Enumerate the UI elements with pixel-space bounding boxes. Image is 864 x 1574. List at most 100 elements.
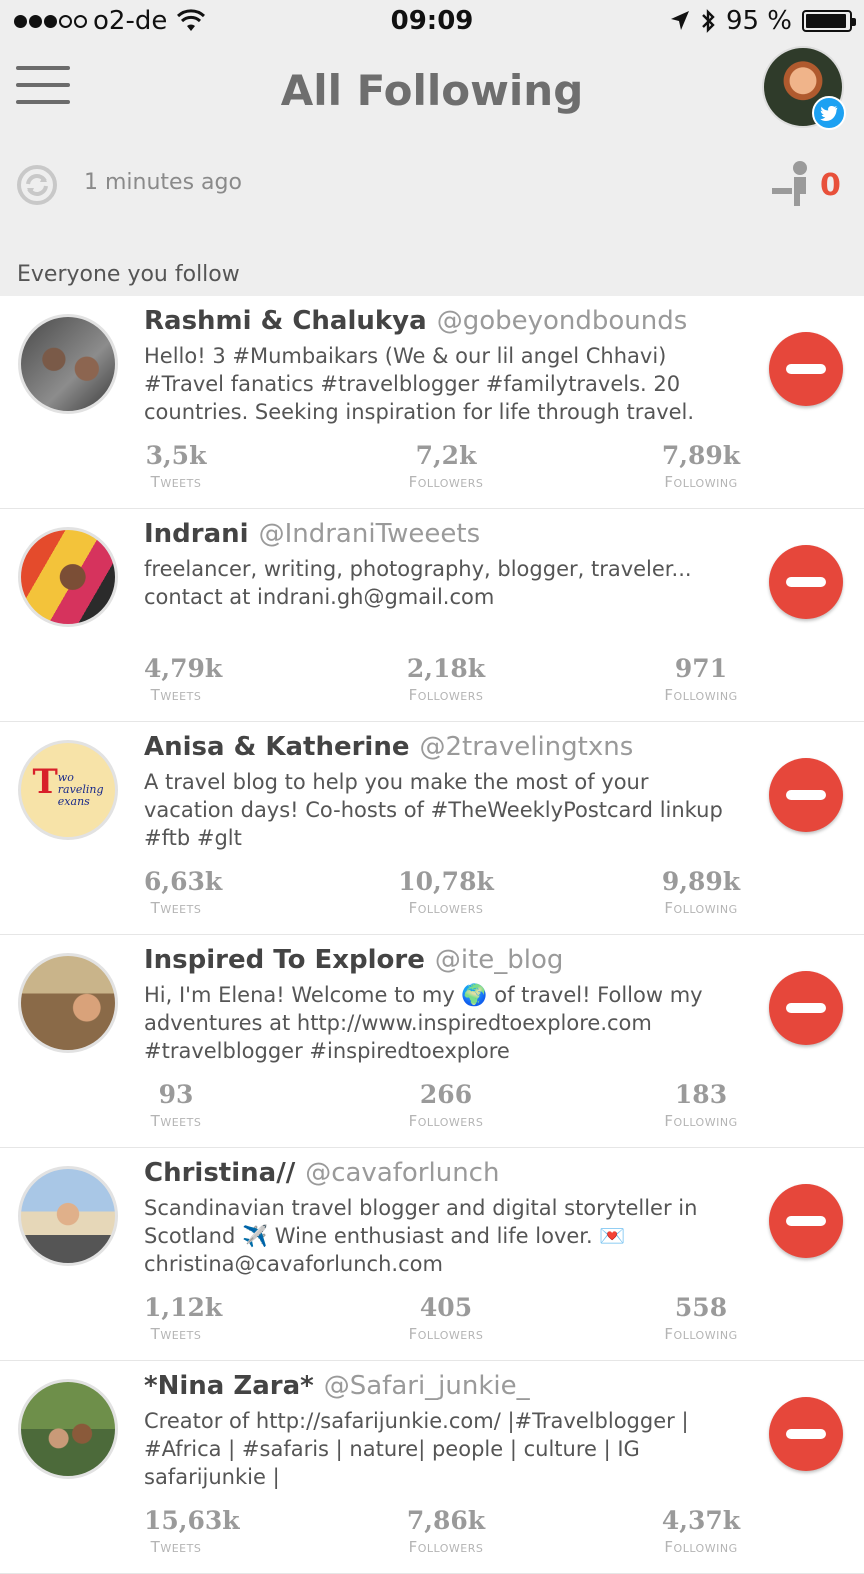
list-item[interactable]: Christina// @cavaforlunch Scandinavian tr… bbox=[0, 1148, 864, 1361]
user-handle: @ite_blog bbox=[434, 945, 564, 975]
followers-label: Followers bbox=[408, 1112, 484, 1130]
followers-label: Followers bbox=[408, 473, 484, 491]
tweets-label: Tweets bbox=[150, 1325, 202, 1343]
user-handle: @gobeyondbounds bbox=[436, 306, 688, 336]
followers-count: 405 bbox=[419, 1293, 473, 1322]
following-count: 971 bbox=[674, 654, 728, 683]
user-stats: 3,5k Tweets 7,2k Followers 7,89k Following bbox=[144, 440, 748, 500]
avatar: Two raveling exans bbox=[18, 740, 118, 840]
tweets-count: 93 bbox=[158, 1080, 194, 1109]
user-bio: Creator of http://safarijunkie.com/ |#Tr… bbox=[144, 1409, 689, 1489]
avatar bbox=[18, 953, 118, 1053]
avatar bbox=[18, 527, 118, 627]
followers-count: 2,18k bbox=[406, 654, 486, 683]
user-stats: 4,79k Tweets 2,18k Followers 971 Following bbox=[144, 653, 748, 713]
followers-label: Followers bbox=[408, 686, 484, 704]
last-updated-text: 1 minutes ago bbox=[84, 170, 242, 195]
user-bio: Scandinavian travel blogger and digital … bbox=[144, 1196, 698, 1276]
followers-count: 10,78k bbox=[398, 867, 494, 896]
unfollow-button[interactable] bbox=[769, 332, 843, 406]
list-item[interactable]: Inspired To Explore @ite_blog Hi, I'm Ele… bbox=[0, 935, 864, 1148]
unfollow-person-icon[interactable] bbox=[770, 160, 816, 208]
following-list: Rashmi & Chalukya @gobeyondbounds Hello! … bbox=[0, 296, 864, 1574]
followers-label: Followers bbox=[408, 1538, 484, 1556]
tweets-count: 1,12k bbox=[144, 1293, 223, 1322]
header-area: o2-de 09:09 95 % All Following 1 minutes… bbox=[0, 0, 864, 296]
following-count: 7,89k bbox=[661, 441, 741, 470]
following-count: 4,37k bbox=[661, 1506, 741, 1535]
user-handle: @Safari_junkie_ bbox=[323, 1371, 530, 1401]
section-label: Everyone you follow bbox=[17, 262, 240, 287]
user-name: Inspired To Explore bbox=[144, 945, 425, 975]
list-item[interactable]: Rashmi & Chalukya @gobeyondbounds Hello! … bbox=[0, 296, 864, 509]
unfollow-button[interactable] bbox=[769, 1397, 843, 1471]
list-item[interactable]: *Nina Zara* @Safari_junkie_ Creator of ht… bbox=[0, 1361, 864, 1574]
following-count: 558 bbox=[674, 1293, 728, 1322]
user-name: Indrani bbox=[144, 519, 249, 549]
minus-icon bbox=[786, 364, 826, 374]
page-title: All Following bbox=[280, 66, 584, 115]
tweets-label: Tweets bbox=[150, 686, 202, 704]
followers-label: Followers bbox=[408, 899, 484, 917]
tweets-label: Tweets bbox=[150, 899, 202, 917]
following-label: Following bbox=[664, 1538, 738, 1556]
minus-icon bbox=[786, 790, 826, 800]
minus-icon bbox=[786, 1429, 826, 1439]
refresh-icon[interactable] bbox=[16, 164, 58, 206]
battery-percent: 95 % bbox=[725, 6, 792, 36]
user-stats: 6,63k Tweets 10,78k Followers 9,89k Followi… bbox=[144, 866, 748, 926]
user-handle: @IndraniTweeets bbox=[258, 519, 481, 549]
minus-icon bbox=[786, 1216, 826, 1226]
user-handle: @2travelingtxns bbox=[419, 732, 634, 762]
following-label: Following bbox=[664, 473, 738, 491]
user-bio: A travel blog to help you make the most … bbox=[144, 770, 723, 850]
minus-icon bbox=[786, 1003, 826, 1013]
battery-icon bbox=[802, 10, 856, 32]
unfollow-button[interactable] bbox=[769, 1184, 843, 1258]
unfollow-button[interactable] bbox=[769, 971, 843, 1045]
followers-count: 7,86k bbox=[406, 1506, 486, 1535]
user-name: Christina// bbox=[144, 1158, 296, 1188]
twitter-bird-icon bbox=[812, 96, 846, 130]
following-count: 9,89k bbox=[661, 867, 741, 896]
minus-icon bbox=[786, 577, 826, 587]
tweets-count: 4,79k bbox=[144, 654, 223, 683]
tweets-count: 6,63k bbox=[144, 867, 223, 896]
tweets-label: Tweets bbox=[150, 473, 202, 491]
user-name: *Nina Zara* bbox=[144, 1371, 314, 1401]
user-bio: Hello! 3 #Mumbaikars (We & our lil angel… bbox=[144, 344, 695, 424]
following-label: Following bbox=[664, 686, 738, 704]
list-item[interactable]: Two raveling exans Anisa & Katherine @2trav… bbox=[0, 722, 864, 935]
user-bio: freelancer, writing, photography, blogge… bbox=[144, 557, 692, 609]
followers-count: 7,2k bbox=[415, 441, 477, 470]
following-count: 183 bbox=[674, 1080, 728, 1109]
unfollow-button[interactable] bbox=[769, 758, 843, 832]
followers-label: Followers bbox=[408, 1325, 484, 1343]
status-bar: o2-de 09:09 95 % bbox=[0, 0, 864, 44]
following-label: Following bbox=[664, 899, 738, 917]
avatar bbox=[18, 1166, 118, 1266]
following-label: Following bbox=[664, 1325, 738, 1343]
user-bio: Hi, I'm Elena! Welcome to my 🌍 of travel… bbox=[144, 983, 703, 1063]
user-handle: @cavaforlunch bbox=[305, 1158, 500, 1188]
unfollow-button[interactable] bbox=[769, 545, 843, 619]
tweets-count: 15,63k bbox=[144, 1506, 240, 1535]
list-item[interactable]: Indrani @IndraniTweeets freelancer, writi… bbox=[0, 509, 864, 722]
unfollow-count: 0 bbox=[820, 168, 841, 203]
followers-count: 266 bbox=[419, 1080, 473, 1109]
user-stats: 1,12k Tweets 405 Followers 558 Following bbox=[144, 1292, 748, 1352]
tweets-label: Tweets bbox=[150, 1112, 202, 1130]
bluetooth-icon bbox=[702, 9, 715, 33]
avatar bbox=[18, 1379, 118, 1479]
tweets-count: 3,5k bbox=[145, 441, 207, 470]
user-name: Anisa & Katherine bbox=[144, 732, 410, 762]
profile-avatar[interactable] bbox=[762, 46, 846, 130]
avatar-logo: Two raveling exans bbox=[32, 762, 104, 808]
user-stats: 93 Tweets 266 Followers 183 Following bbox=[144, 1079, 748, 1139]
location-arrow-icon bbox=[670, 11, 689, 30]
user-stats: 15,63k Tweets 7,86k Followers 4,37k Followi… bbox=[144, 1505, 748, 1565]
following-label: Following bbox=[664, 1112, 738, 1130]
tweets-label: Tweets bbox=[150, 1538, 202, 1556]
avatar bbox=[18, 314, 118, 414]
user-name: Rashmi & Chalukya bbox=[144, 306, 427, 336]
